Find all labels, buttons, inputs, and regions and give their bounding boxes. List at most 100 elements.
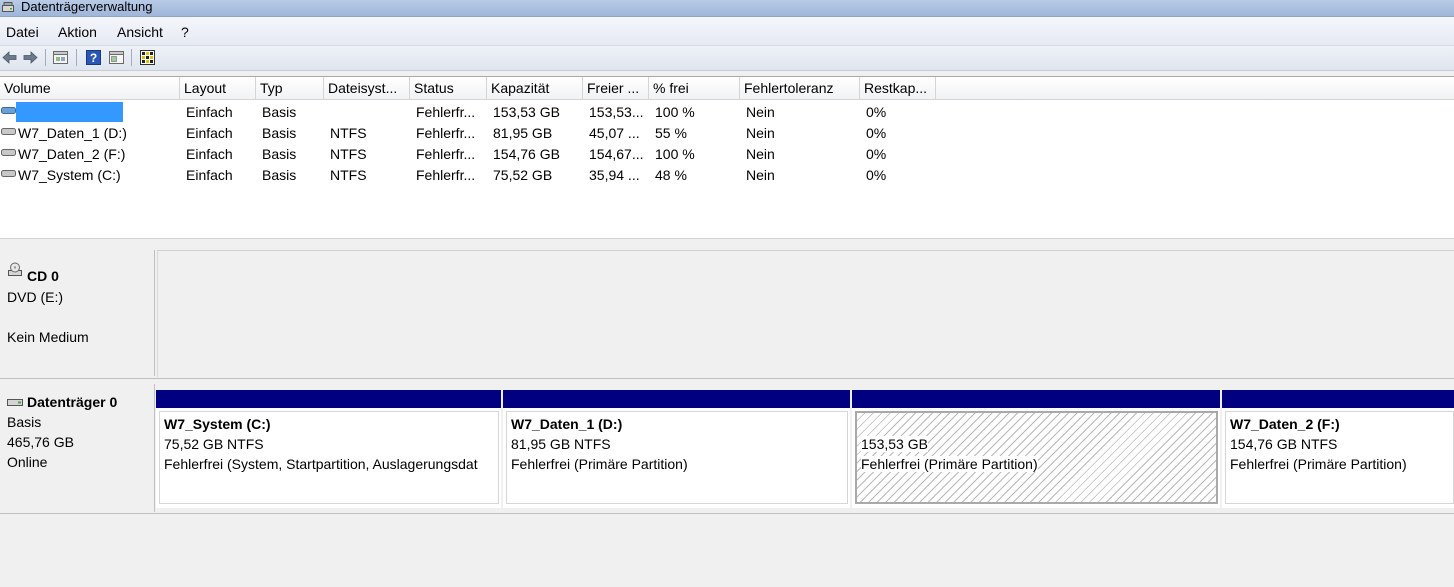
cell-layout: Einfach: [186, 146, 233, 162]
cell-typ: Basis: [262, 167, 297, 183]
cell-volume: W7_Daten_2 (F:): [18, 146, 126, 162]
disk-row-separator: [0, 378, 1454, 379]
properties-icon[interactable]: [108, 49, 125, 66]
svg-text:?: ?: [90, 51, 97, 65]
back-arrow-icon[interactable]: [1, 49, 18, 66]
menu-datei[interactable]: Datei: [6, 24, 39, 40]
toolbar-separator: [45, 49, 46, 66]
column-header-freier-speicher[interactable]: Freier ...: [583, 77, 649, 100]
volume-icon: [1, 170, 16, 177]
cd-drive-icon: [8, 262, 22, 276]
cell-restkapazitaet: 0%: [866, 146, 887, 162]
column-header-dateisystem[interactable]: Dateisyst...: [324, 77, 410, 100]
column-header-kapazitaet[interactable]: Kapazität: [487, 77, 583, 100]
partition-body[interactable]: W7_System (C:) 75,52 GB NTFS Fehlerfrei …: [159, 411, 499, 504]
disk-row-separator: [0, 513, 1454, 514]
cell-dateisystem: NTFS: [330, 125, 367, 141]
partition-c[interactable]: W7_System (C:) 75,52 GB NTFS Fehlerfrei …: [156, 390, 501, 508]
menu-ansicht[interactable]: Ansicht: [117, 24, 163, 40]
column-header-fehlertoleranz[interactable]: Fehlertoleranz: [740, 77, 860, 100]
selected-volume-highlight[interactable]: [16, 102, 123, 122]
column-header-prozent-frei[interactable]: % frei: [649, 77, 740, 100]
cell-status: Fehlerfr...: [416, 104, 476, 120]
partition-body[interactable]: W7_Daten_2 (F:) 154,76 GB NTFS Fehlerfre…: [1225, 411, 1454, 504]
cd0-content-area: [157, 250, 1454, 377]
column-header-restkapazitaet[interactable]: Restkap...: [860, 77, 936, 100]
partition-size: 154,76 GB NTFS: [1230, 436, 1338, 452]
settings-icon[interactable]: [139, 49, 156, 66]
table-row[interactable]: Einfach Basis Fehlerfr... 153,53 GB 153,…: [0, 101, 1454, 122]
partition-body[interactable]: W7_Daten_1 (D:) 81,95 GB NTFS Fehlerfrei…: [506, 411, 848, 504]
partition-size: 81,95 GB NTFS: [511, 436, 611, 452]
disk-graphical-view: CD 0 DVD (E:) Kein Medium Datenträger 0 …: [0, 244, 1454, 587]
cell-layout: Einfach: [186, 167, 233, 183]
cell-kapazitaet: 81,95 GB: [493, 125, 553, 141]
cell-status: Fehlerfr...: [416, 146, 476, 162]
disk-label-cd0[interactable]: CD 0 DVD (E:) Kein Medium: [0, 250, 155, 376]
cell-freier-speicher: 45,07 ...: [589, 125, 640, 141]
partition-size: 75,52 GB NTFS: [164, 436, 264, 452]
cell-freier-speicher: 153,53...: [589, 104, 644, 120]
partition-status: Fehlerfrei (Primäre Partition): [511, 456, 688, 472]
cell-restkapazitaet: 0%: [866, 167, 887, 183]
partition-name: W7_System (C:): [164, 416, 271, 432]
cell-prozent-frei: 100 %: [655, 104, 695, 120]
cell-dateisystem: NTFS: [330, 167, 367, 183]
cell-dateisystem: NTFS: [330, 146, 367, 162]
partition-body[interactable]: 153,53 GB Fehlerfrei (Primäre Partition): [855, 411, 1218, 504]
cell-prozent-frei: 100 %: [655, 146, 695, 162]
partition-bar: [156, 390, 501, 408]
partition-status: Fehlerfrei (System, Startpartition, Ausl…: [164, 456, 478, 472]
partition-selected[interactable]: 153,53 GB Fehlerfrei (Primäre Partition): [852, 390, 1220, 508]
cell-prozent-frei: 55 %: [655, 125, 687, 141]
volume-icon: [1, 107, 16, 114]
menu-bar: Datei Aktion Ansicht ?: [0, 17, 1454, 46]
forward-arrow-icon[interactable]: [22, 49, 39, 66]
cell-restkapazitaet: 0%: [866, 104, 887, 120]
disk-label-disk0[interactable]: Datenträger 0 Basis 465,76 GB Online: [0, 384, 155, 512]
volume-list: Volume Layout Typ Dateisyst... Status Ka…: [0, 76, 1454, 239]
disk-name: Datenträger 0: [27, 394, 118, 410]
partition-f[interactable]: W7_Daten_2 (F:) 154,76 GB NTFS Fehlerfre…: [1222, 390, 1454, 508]
cell-typ: Basis: [262, 104, 297, 120]
toolbar-separator: [76, 49, 77, 66]
cell-layout: Einfach: [186, 125, 233, 141]
cell-fehlertoleranz: Nein: [746, 146, 775, 162]
partition-d[interactable]: W7_Daten_1 (D:) 81,95 GB NTFS Fehlerfrei…: [503, 390, 850, 508]
cell-kapazitaet: 75,52 GB: [493, 167, 553, 183]
partition-status: Fehlerfrei (Primäre Partition): [861, 456, 1038, 472]
column-header-volume[interactable]: Volume: [0, 77, 180, 100]
cell-prozent-frei: 48 %: [655, 167, 687, 183]
partition-name: W7_Daten_1 (D:): [511, 416, 623, 432]
column-header-layout[interactable]: Layout: [180, 77, 256, 100]
disk-type: Basis: [7, 414, 42, 430]
title-bar: Datenträgerverwaltung: [0, 0, 1454, 17]
disk-type: DVD (E:): [7, 289, 63, 305]
partition-status: Fehlerfrei (Primäre Partition): [1230, 456, 1407, 472]
column-header-status[interactable]: Status: [410, 77, 487, 100]
cell-freier-speicher: 154,67...: [589, 146, 644, 162]
table-row[interactable]: W7_Daten_1 (D:) Einfach Basis NTFS Fehle…: [0, 122, 1454, 143]
cell-typ: Basis: [262, 125, 297, 141]
disk-management-icon: [2, 2, 14, 12]
volume-icon: [1, 149, 16, 156]
partition-bar: [852, 390, 1220, 408]
toolbar: ?: [0, 46, 1454, 71]
cell-kapazitaet: 154,76 GB: [493, 146, 560, 162]
column-header-typ[interactable]: Typ: [256, 77, 324, 100]
table-row[interactable]: W7_System (C:) Einfach Basis NTFS Fehler…: [0, 164, 1454, 185]
help-icon[interactable]: ?: [85, 49, 102, 66]
cell-kapazitaet: 153,53 GB: [493, 104, 560, 120]
partition-bar: [503, 390, 850, 408]
window-title: Datenträgerverwaltung: [21, 0, 153, 14]
toolbar-separator: [131, 49, 132, 66]
column-header-filler: [936, 77, 1454, 100]
menu-aktion[interactable]: Aktion: [58, 24, 97, 40]
cell-fehlertoleranz: Nein: [746, 167, 775, 183]
table-row[interactable]: W7_Daten_2 (F:) Einfach Basis NTFS Fehle…: [0, 143, 1454, 164]
disk-list-icon[interactable]: [52, 49, 69, 66]
menu-help[interactable]: ?: [181, 24, 189, 40]
cell-fehlertoleranz: Nein: [746, 125, 775, 141]
cell-fehlertoleranz: Nein: [746, 104, 775, 120]
disk-status: Online: [7, 454, 48, 470]
